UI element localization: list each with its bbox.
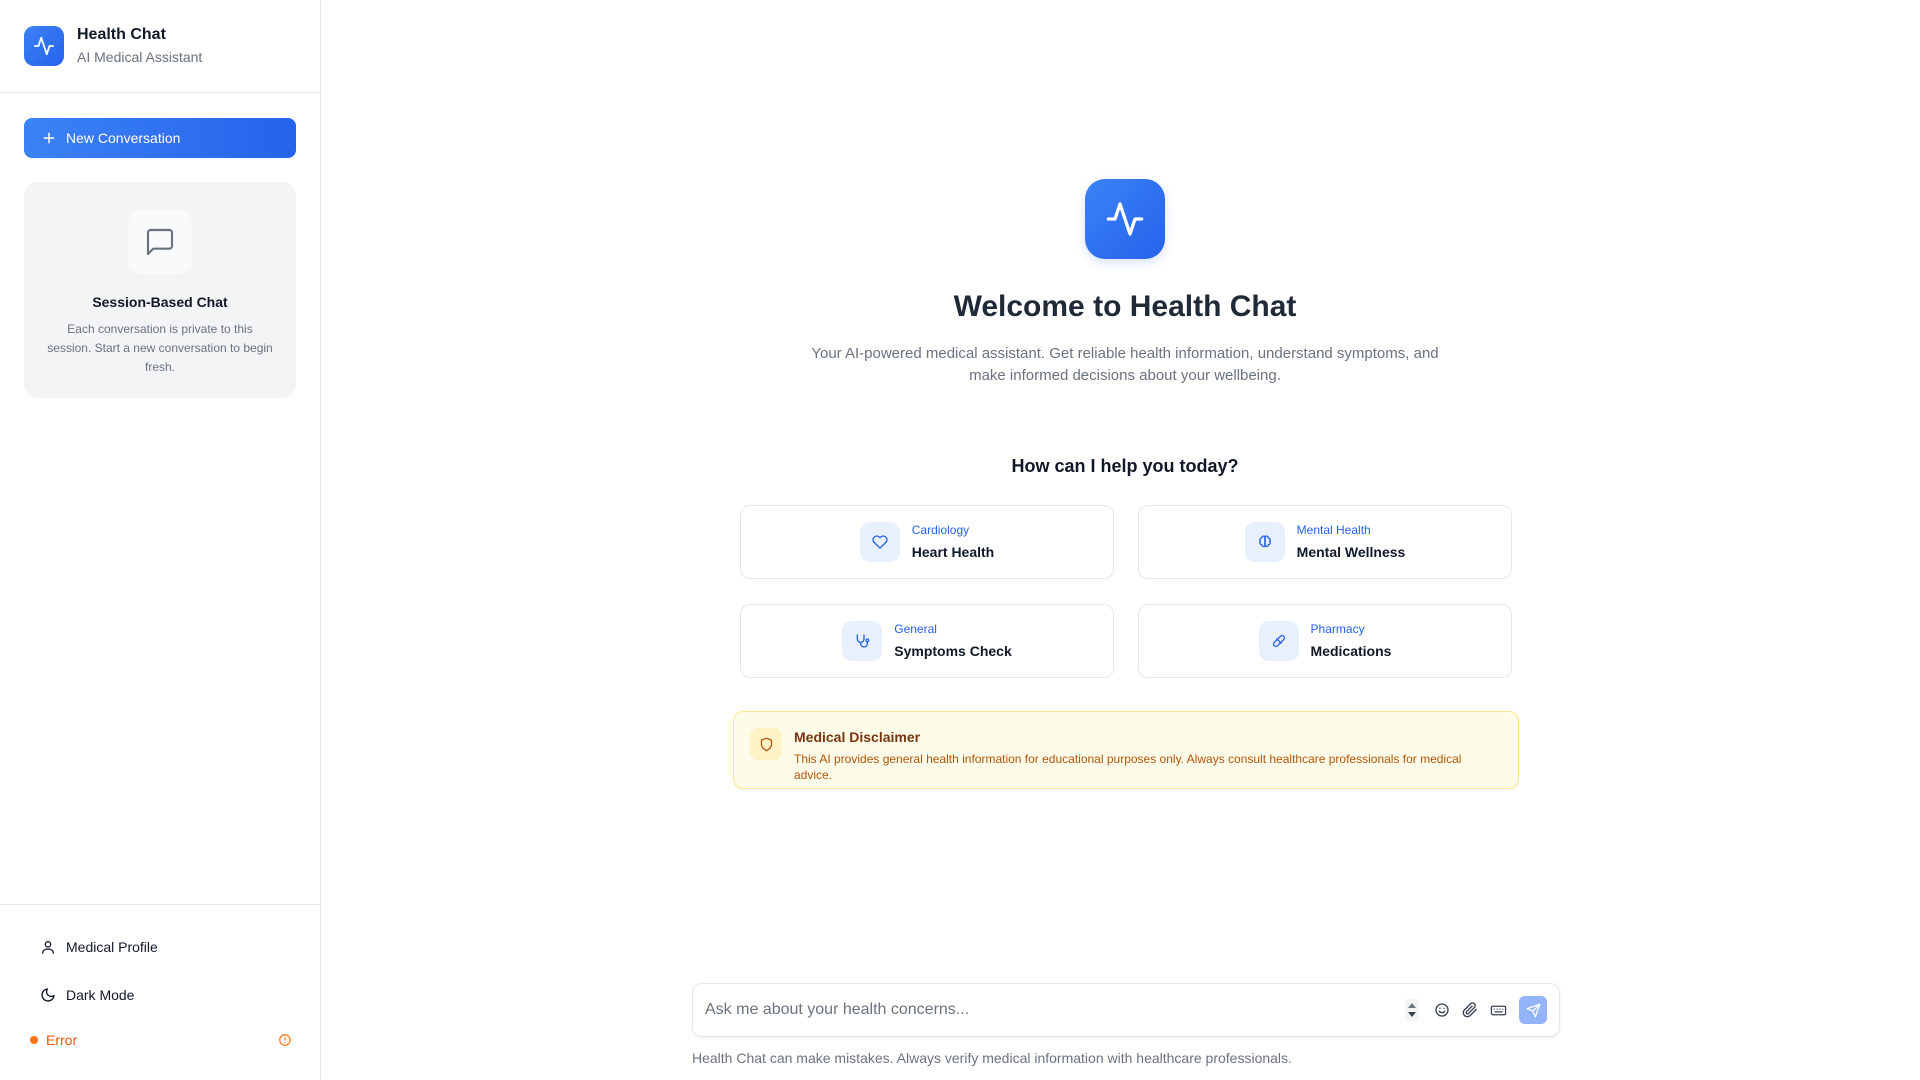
new-conversation-button[interactable]: New Conversation: [24, 118, 296, 158]
connection-status: Error: [30, 1032, 292, 1048]
activity-pulse-icon: [24, 26, 64, 66]
brand-title: Health Chat: [77, 26, 166, 43]
number-stepper[interactable]: [1405, 999, 1419, 1021]
alert-circle-icon: [278, 1033, 292, 1047]
medical-profile-label: Medical Profile: [66, 939, 158, 955]
topic-card-mental-wellness[interactable]: Mental Health Mental Wellness: [1138, 505, 1512, 579]
brand-header: Health Chat AI Medical Assistant: [0, 0, 320, 93]
session-card-description: Each conversation is private to this ses…: [47, 322, 273, 374]
paperclip-icon: [1462, 1002, 1477, 1018]
topic-title: Heart Health: [911, 544, 995, 560]
new-conversation-label: New Conversation: [66, 130, 181, 146]
emoji-button[interactable]: [1431, 999, 1453, 1021]
topic-title: Symptoms Check: [894, 643, 1012, 659]
keyboard-icon: [1490, 1005, 1506, 1015]
help-heading: How can I help you today?: [1011, 456, 1239, 476]
attach-button[interactable]: [1459, 999, 1481, 1021]
session-card-title: Session-Based Chat: [92, 294, 228, 310]
shield-icon: [750, 728, 782, 760]
session-info-card: Session-Based Chat Each conversation is …: [24, 182, 296, 398]
user-icon: [42, 941, 54, 954]
topic-category: Cardiology: [911, 523, 970, 537]
stepper-up-icon: [1408, 1003, 1416, 1008]
pill-icon: [1258, 621, 1299, 661]
medical-disclaimer: Medical Disclaimer This AI provides gene…: [733, 711, 1519, 789]
status-dot: [30, 1036, 38, 1044]
topic-title: Mental Wellness: [1296, 544, 1406, 560]
chat-input[interactable]: [705, 1001, 1405, 1019]
send-icon: [1526, 1003, 1540, 1017]
disclaimer-text: This AI provides general health informat…: [794, 752, 1462, 782]
footnote-warning: Health Chat can make mistakes. Always ve…: [692, 1050, 1292, 1066]
brain-icon: [1244, 522, 1285, 562]
smile-icon: [1435, 1003, 1449, 1017]
chat-bubble-icon: [128, 210, 192, 274]
dark-mode-label: Dark Mode: [66, 987, 135, 1003]
welcome-subtitle: Your AI-powered medical assistant. Get r…: [811, 345, 1439, 384]
status-label: Error: [46, 1032, 78, 1048]
medical-profile-button[interactable]: Medical Profile: [40, 939, 158, 955]
keyboard-button[interactable]: [1487, 999, 1509, 1021]
topic-title: Medications: [1310, 643, 1392, 659]
topic-card-symptoms-check[interactable]: General Symptoms Check: [740, 604, 1114, 678]
sidebar: Health Chat AI Medical Assistant New Con…: [0, 0, 321, 1080]
welcome-title: Welcome to Health Chat: [953, 290, 1297, 323]
topic-category: Pharmacy: [1310, 622, 1365, 636]
send-button[interactable]: [1519, 996, 1547, 1024]
topic-category: Mental Health: [1296, 523, 1371, 537]
disclaimer-title: Medical Disclaimer: [794, 729, 921, 745]
chat-input-box: [692, 983, 1560, 1037]
sidebar-footer: Medical Profile Dark Mode Error: [0, 904, 320, 1080]
stepper-down-icon: [1408, 1012, 1416, 1017]
heart-icon: [859, 522, 900, 562]
hero-activity-pulse-icon: [1085, 179, 1165, 259]
stethoscope-icon: [842, 621, 883, 661]
topic-card-medications[interactable]: Pharmacy Medications: [1138, 604, 1512, 678]
dark-mode-toggle[interactable]: Dark Mode: [40, 987, 134, 1003]
plus-icon: [43, 132, 55, 144]
brand-subtitle: AI Medical Assistant: [77, 49, 203, 65]
topic-card-heart-health[interactable]: Cardiology Heart Health: [740, 505, 1114, 579]
topic-category: General: [894, 622, 937, 636]
moon-icon: [41, 988, 55, 1002]
